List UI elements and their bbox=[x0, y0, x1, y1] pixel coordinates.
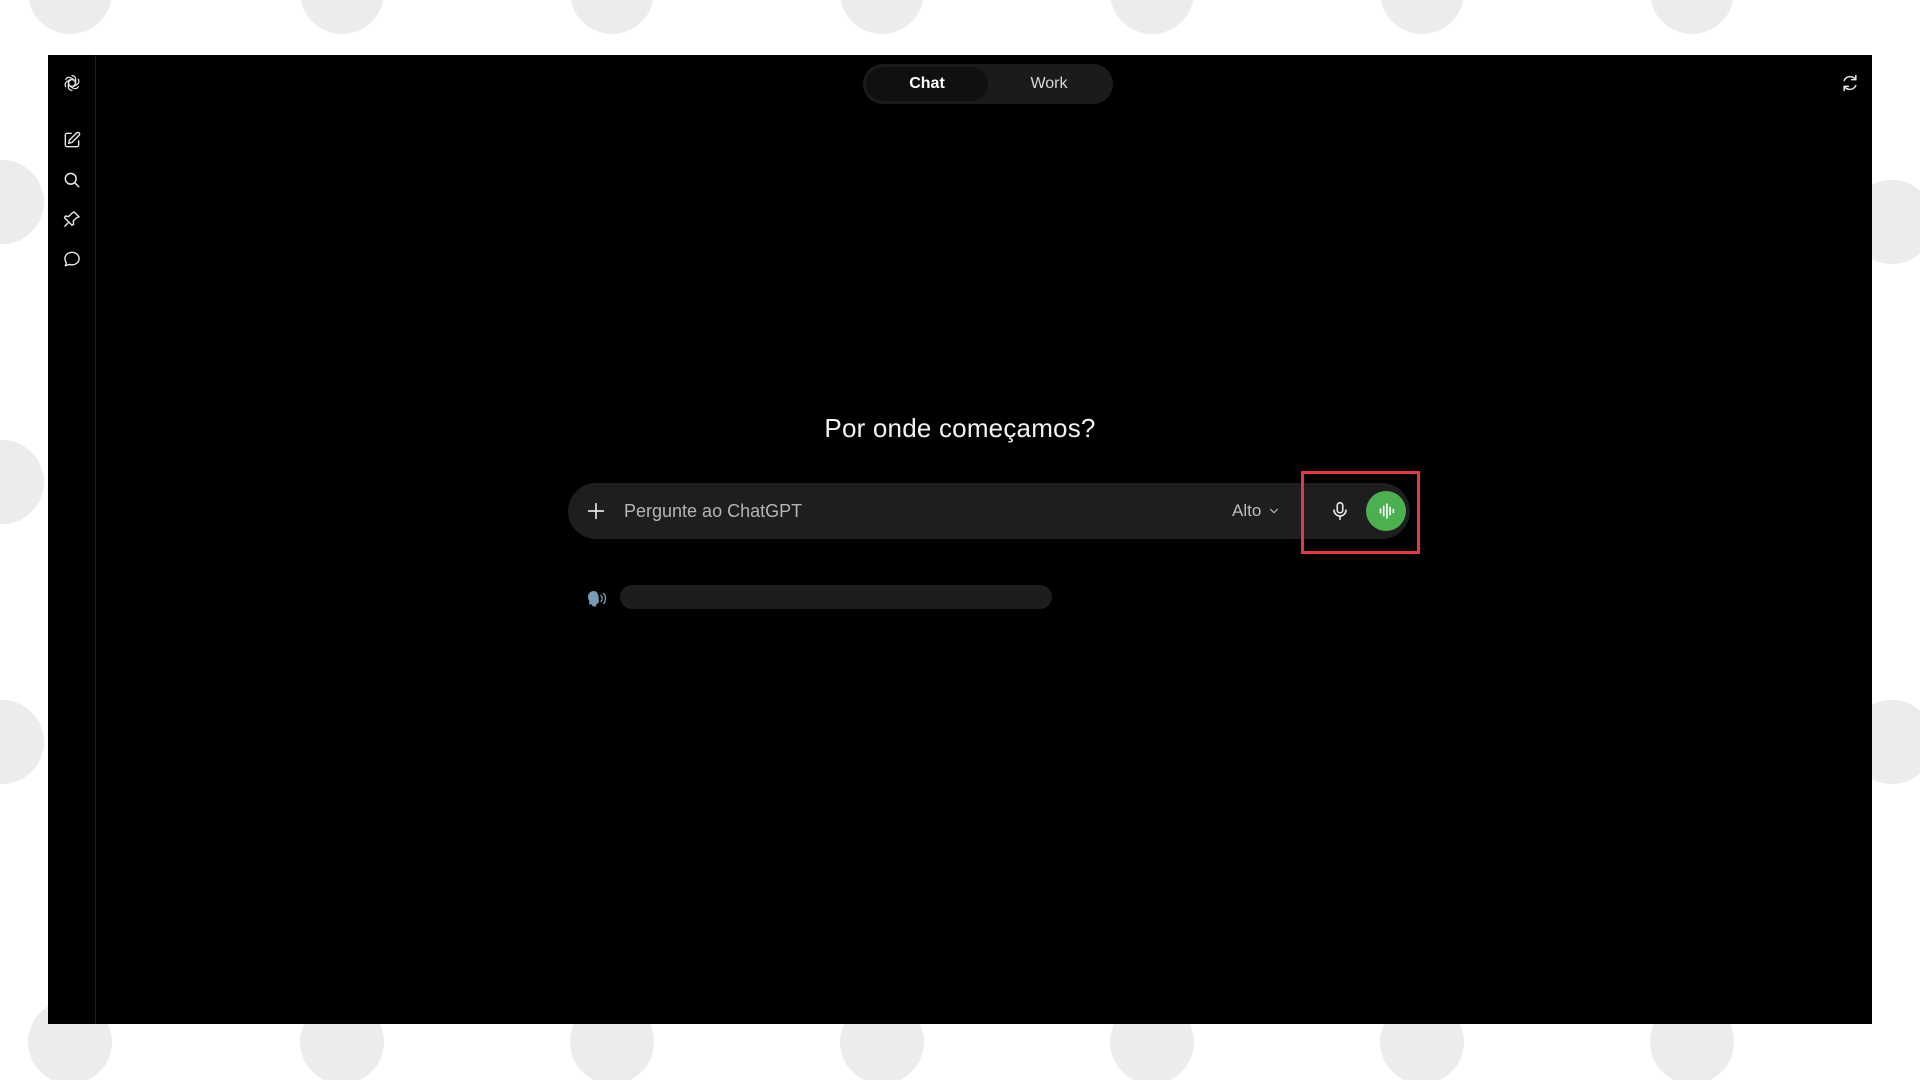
watermark-disc bbox=[300, 0, 384, 34]
watermark-disc bbox=[0, 700, 44, 784]
microphone-icon[interactable] bbox=[1326, 497, 1354, 525]
speaking-head-icon bbox=[588, 591, 607, 607]
openai-logo-icon[interactable] bbox=[58, 69, 86, 97]
mode-switch: Chat Work bbox=[863, 64, 1113, 104]
tab-chat[interactable]: Chat bbox=[866, 67, 988, 101]
page-title: Por onde começamos? bbox=[824, 413, 1096, 443]
plus-icon[interactable] bbox=[582, 497, 610, 525]
chat-composer: Alto bbox=[568, 483, 1410, 539]
suggestion-row[interactable] bbox=[584, 579, 1084, 619]
chevron-down-icon bbox=[1270, 508, 1279, 514]
suggestion-text-redacted bbox=[620, 585, 1052, 609]
watermark-disc bbox=[840, 0, 924, 34]
watermark-disc bbox=[0, 440, 44, 524]
chatgpt-app-window: Chat Work Por onde começamos? Alto bbox=[48, 55, 1872, 1024]
new-chat-icon[interactable] bbox=[58, 126, 86, 154]
search-icon[interactable] bbox=[58, 166, 86, 194]
model-select[interactable]: Alto bbox=[1232, 499, 1281, 523]
refresh-icon[interactable] bbox=[1836, 69, 1864, 97]
chat-bubble-icon[interactable] bbox=[58, 245, 86, 273]
sidebar bbox=[48, 55, 96, 1024]
screenshot-page: Chat Work Por onde começamos? Alto bbox=[0, 0, 1920, 1080]
prompt-input[interactable] bbox=[624, 493, 1224, 529]
voice-mode-button[interactable] bbox=[1366, 491, 1406, 531]
pin-icon[interactable] bbox=[58, 205, 86, 233]
voice-waveform-icon bbox=[1379, 503, 1395, 519]
watermark-disc bbox=[28, 0, 112, 34]
watermark-disc bbox=[1380, 0, 1464, 34]
watermark-disc bbox=[1110, 0, 1194, 34]
watermark-disc bbox=[570, 0, 654, 34]
model-select-label: Alto bbox=[1232, 501, 1262, 520]
tab-work[interactable]: Work bbox=[988, 67, 1110, 101]
watermark-disc bbox=[0, 160, 44, 244]
watermark-disc bbox=[1650, 0, 1734, 34]
